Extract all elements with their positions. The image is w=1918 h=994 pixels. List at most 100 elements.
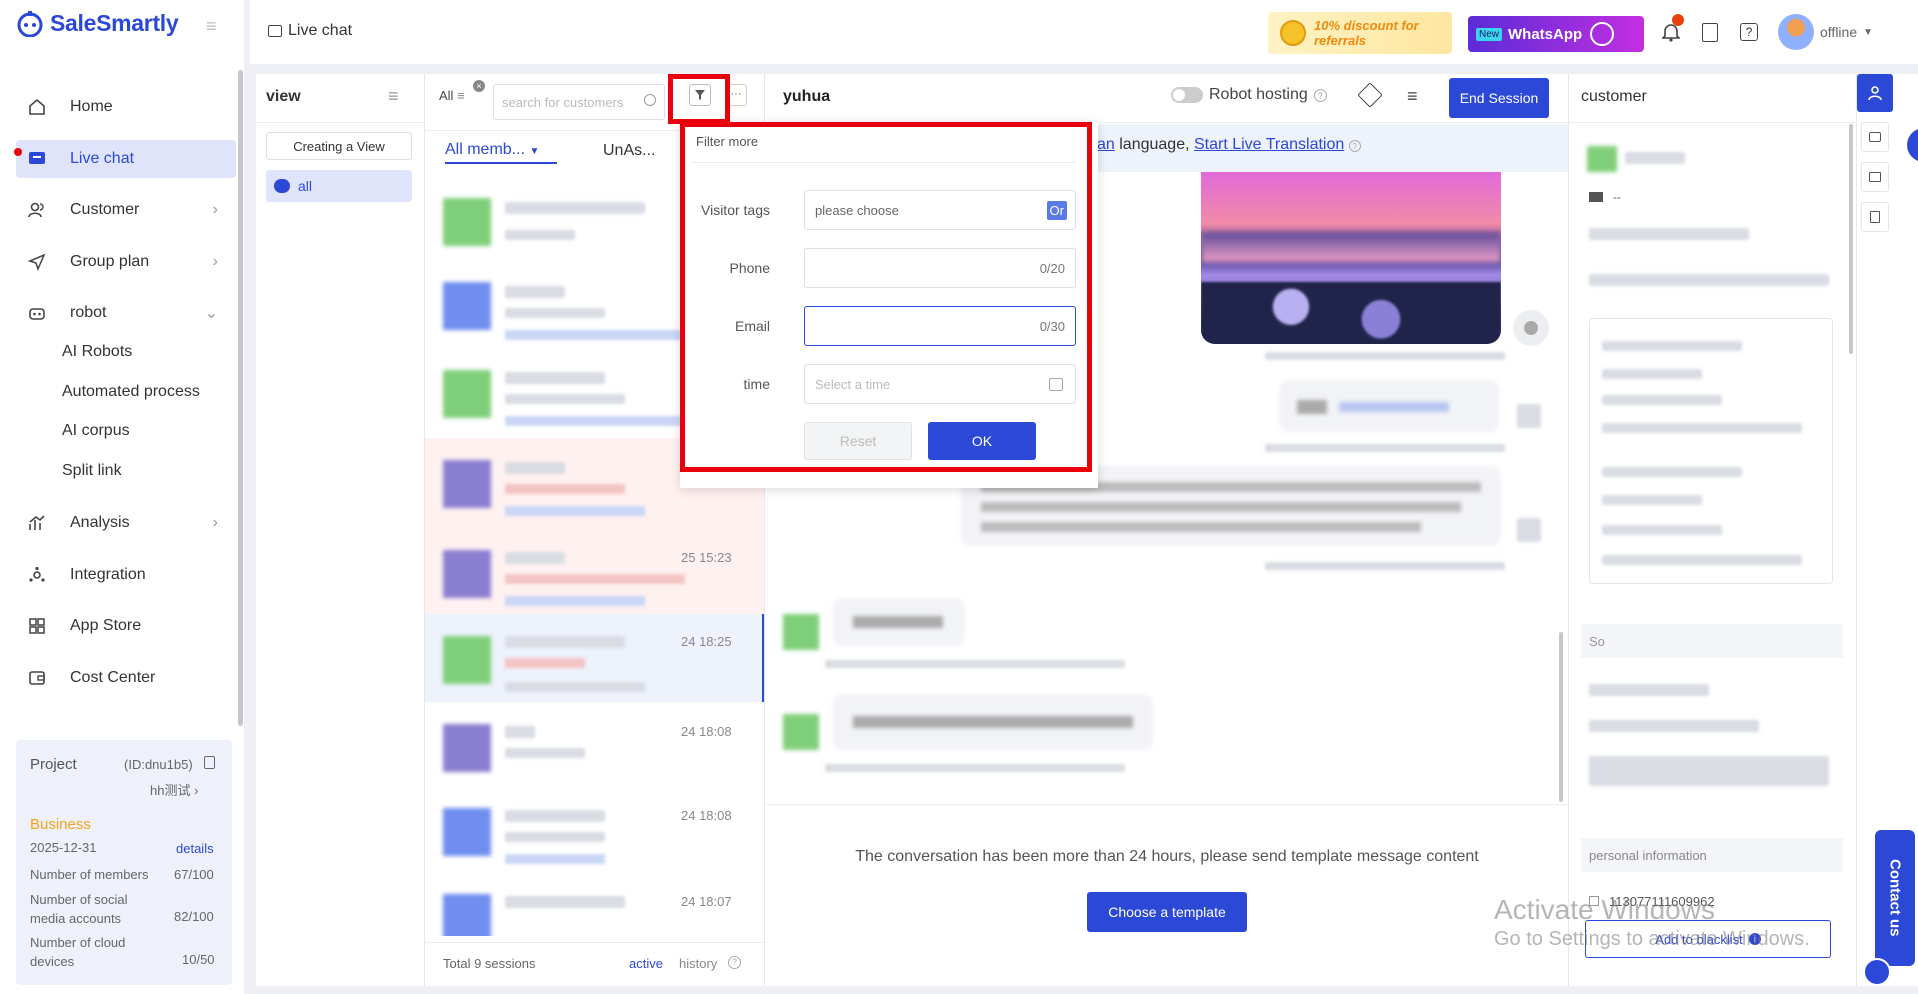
sidebar-item-cost-center[interactable]: Cost Center xyxy=(16,659,236,697)
message-tab-icon[interactable] xyxy=(1861,122,1889,152)
sidebar-subitem-ai-corpus[interactable]: AI corpus xyxy=(62,422,130,440)
sidebar-item-customer[interactable]: Customer › xyxy=(16,191,236,229)
list-item-selected[interactable]: 24 18:25 xyxy=(425,614,765,702)
sidebar-item-live-chat[interactable]: Live chat xyxy=(14,140,236,178)
project-card: Project (ID:dnu1b5) hh测试 › Business 2025… xyxy=(16,740,232,985)
customer-scrollbar[interactable] xyxy=(1849,124,1853,354)
tab-label: All memb... xyxy=(445,141,526,158)
message-meta xyxy=(825,660,1125,668)
list-item-preview xyxy=(505,230,575,240)
history-toggle[interactable]: history xyxy=(679,956,717,971)
customer-profile-tab-icon[interactable] xyxy=(1857,74,1893,112)
tag-icon[interactable] xyxy=(1357,82,1383,108)
help-icon[interactable]: ? xyxy=(1313,88,1327,102)
customer-field xyxy=(1589,720,1759,732)
chat-message-outgoing[interactable] xyxy=(1279,380,1499,432)
avatar xyxy=(443,282,491,330)
sidebar-item-app-store[interactable]: App Store xyxy=(16,607,236,645)
all-filter-tab[interactable]: All ≡ xyxy=(439,88,465,103)
help-icon[interactable]: ? xyxy=(728,956,741,969)
whatsapp-banner[interactable]: New WhatsApp xyxy=(1468,16,1644,52)
chat-scrollbar[interactable] xyxy=(1559,632,1563,802)
form-tab-icon[interactable] xyxy=(1861,162,1889,192)
divider xyxy=(765,804,1569,805)
collapse-menu-icon[interactable]: ≡ xyxy=(206,16,217,37)
plan-name: Business xyxy=(30,816,91,833)
list-item-preview xyxy=(505,832,605,842)
list-item[interactable]: 25 15:23 xyxy=(425,528,765,614)
phone-input[interactable]: 0/20 xyxy=(804,248,1076,288)
section-header-label: personal information xyxy=(1589,848,1707,863)
sidebar-scrollbar[interactable] xyxy=(238,70,243,726)
reset-button[interactable]: Reset xyxy=(804,422,912,460)
divider xyxy=(692,162,1076,163)
agent-avatar xyxy=(1517,518,1541,542)
clipboard-icon[interactable] xyxy=(1702,23,1718,42)
bell-icon[interactable] xyxy=(1661,14,1684,42)
sidebar-subitem-split-link[interactable]: Split link xyxy=(62,462,122,480)
language-link[interactable]: an xyxy=(1097,136,1115,153)
choose-template-button[interactable]: Choose a template xyxy=(1087,892,1247,932)
avatar xyxy=(443,636,491,684)
sidebar-item-home[interactable]: Home xyxy=(16,88,236,126)
list-item-tags xyxy=(505,596,645,606)
list-item-name xyxy=(505,202,645,214)
list-item[interactable]: 24 18:08 xyxy=(425,702,765,786)
section-header: personal information xyxy=(1581,838,1843,872)
promo-banner[interactable]: 10% discount for referrals xyxy=(1268,12,1452,54)
analysis-icon xyxy=(26,512,48,534)
chat-support-icon[interactable] xyxy=(1863,958,1891,986)
chevron-right-icon: › xyxy=(212,253,218,270)
help-icon[interactable]: ? xyxy=(1740,23,1758,41)
clear-icon[interactable]: × xyxy=(473,80,485,92)
sidebar-subitem-automated-process[interactable]: Automated process xyxy=(62,383,200,401)
tab-unassigned[interactable]: UnAs... xyxy=(603,142,655,160)
end-session-button[interactable]: End Session xyxy=(1449,78,1549,118)
create-view-button[interactable]: Creating a View xyxy=(266,132,412,160)
active-toggle[interactable]: active xyxy=(629,956,663,971)
sidebar-item-integration[interactable]: Integration xyxy=(16,556,236,594)
contact-us-button[interactable]: Contact us xyxy=(1875,830,1915,966)
avatar xyxy=(443,370,491,418)
side-handle[interactable] xyxy=(1907,128,1918,162)
or-toggle[interactable]: Or xyxy=(1046,201,1067,220)
search-placeholder: search for customers xyxy=(502,94,624,110)
copy-icon[interactable] xyxy=(204,756,215,769)
time-picker[interactable]: Select a time xyxy=(804,364,1076,404)
views-title: view xyxy=(266,88,301,105)
details-link[interactable]: details xyxy=(176,841,214,856)
project-name[interactable]: hh测试 › xyxy=(150,780,198,799)
notes-tab-icon[interactable] xyxy=(1861,202,1889,232)
ok-button[interactable]: OK xyxy=(928,422,1036,460)
sidebar-item-group-plan[interactable]: Group plan › xyxy=(16,243,236,281)
search-history-icon[interactable]: ≡ xyxy=(1407,86,1418,107)
tab-all-members[interactable]: All memb... ▼ xyxy=(445,141,557,164)
ok-label: OK xyxy=(971,433,993,449)
chat-message-incoming[interactable] xyxy=(833,598,965,646)
divider xyxy=(256,122,424,123)
view-item-all[interactable]: all xyxy=(266,170,412,202)
sidebar-item-robot[interactable]: robot ⌄ xyxy=(16,294,236,332)
list-item[interactable]: 24 18:07 xyxy=(425,872,765,936)
robot-hosting-toggle[interactable]: Robot hosting ? xyxy=(1171,86,1327,104)
visitor-tags-select[interactable]: please choose Or xyxy=(804,190,1076,230)
search-input[interactable]: search for customers xyxy=(493,84,665,120)
views-menu-icon[interactable]: ≡ xyxy=(388,86,399,107)
email-input[interactable]: 0/30 xyxy=(804,306,1076,346)
help-icon[interactable]: ? xyxy=(1348,140,1361,152)
message-meta xyxy=(825,764,1125,772)
chat-image-message[interactable] xyxy=(1201,172,1501,344)
sidebar-item-analysis[interactable]: Analysis › xyxy=(16,504,236,542)
avatar xyxy=(1587,146,1617,172)
chat-message-incoming[interactable] xyxy=(833,694,1153,750)
app-logo[interactable]: SaleSmartly xyxy=(16,10,179,37)
whatsapp-label: WhatsApp xyxy=(1508,25,1583,43)
avatar xyxy=(443,550,491,598)
start-translation-link[interactable]: Start Live Translation xyxy=(1194,136,1344,153)
view-item-label: all xyxy=(298,178,313,194)
list-item[interactable]: 24 18:08 xyxy=(425,786,765,872)
user-status-menu[interactable]: offline ▼ xyxy=(1778,14,1873,50)
sidebar-subitem-ai-robots[interactable]: AI Robots xyxy=(62,343,132,361)
toggle-switch[interactable] xyxy=(1171,87,1203,103)
list-item-time: 24 18:08 xyxy=(681,724,732,739)
